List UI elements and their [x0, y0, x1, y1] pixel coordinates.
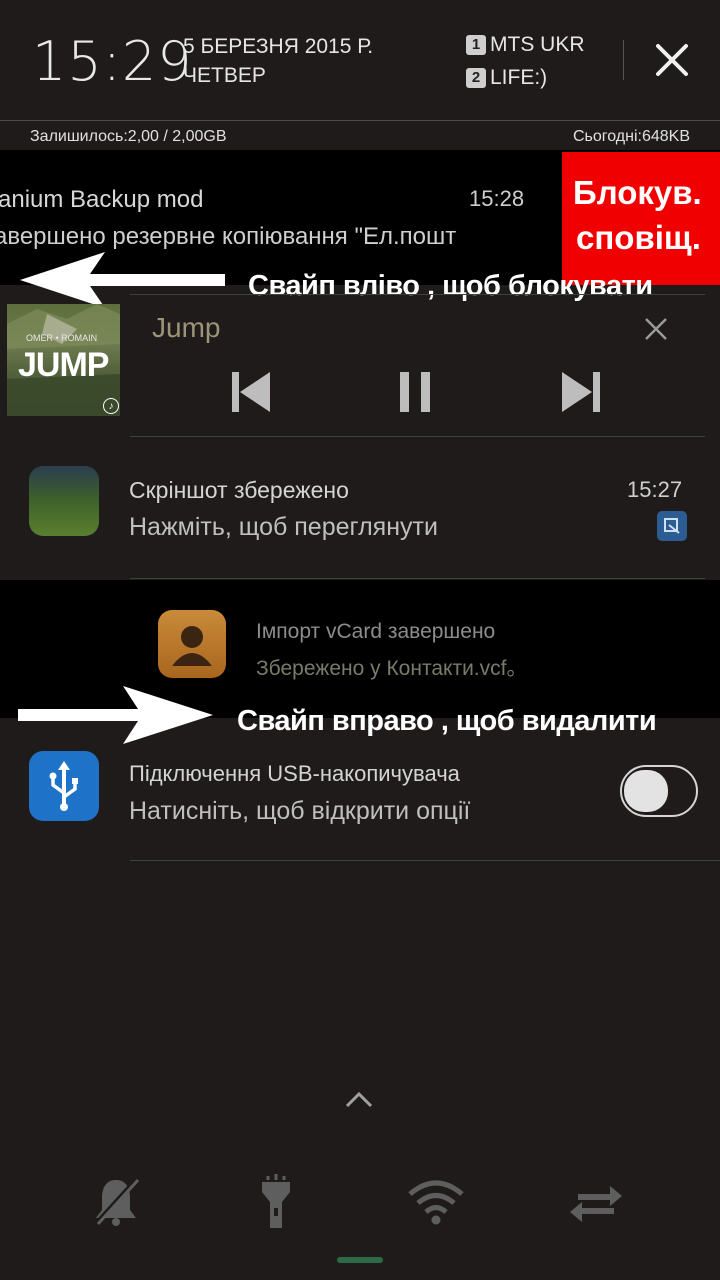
usb-title[interactable]: Підключення USB-накопичувача: [129, 761, 460, 787]
divider: [130, 578, 705, 579]
sim2-badge: 2: [466, 68, 486, 88]
contacts-icon: [158, 610, 226, 678]
sim1-badge: 1: [466, 35, 486, 55]
data-today-label: Сьогодні:648KB: [572, 128, 690, 145]
swipe-left-hint: Свайп вліво , щоб блокувати: [248, 270, 653, 302]
date-label: 5 БЕРЕЗНЯ 2015 Р.: [183, 35, 374, 58]
bell-muted-icon[interactable]: [86, 1172, 146, 1232]
divider: [130, 436, 705, 437]
usb-toggle-knob[interactable]: [624, 770, 668, 812]
wifi-icon[interactable]: [406, 1172, 466, 1232]
block-label-line1: Блокув.: [573, 174, 702, 211]
music-close-icon[interactable]: [643, 316, 669, 342]
chevron-up-icon[interactable]: [344, 1088, 374, 1110]
divider: [130, 294, 705, 295]
previous-icon[interactable]: [228, 370, 272, 414]
screenshot-thumbnail-icon: [29, 466, 99, 536]
screenshot-time: 15:27: [627, 477, 683, 502]
sim2-operator: 2 LIFE:): [466, 66, 547, 90]
swipe-right-hint: Свайп вправо , щоб видалити: [237, 705, 657, 737]
titanium-text: авершено резервне копіювання "Ел.пошт: [0, 223, 457, 250]
header-divider: [623, 40, 624, 80]
screenshot-text[interactable]: Нажміть, щоб переглянути: [129, 513, 438, 542]
arrow-right-icon: [18, 686, 213, 744]
weekday-label: ЧЕТВЕР: [183, 64, 266, 87]
sim2-name: LIFE:): [490, 66, 548, 89]
next-icon[interactable]: [560, 370, 604, 414]
titanium-time: 15:28: [469, 186, 525, 211]
screenshot-badge-icon: [657, 511, 687, 541]
data-sync-icon[interactable]: [566, 1172, 626, 1232]
arrow-left-icon: [20, 252, 225, 308]
sim1-name: MTS UKR: [490, 33, 585, 56]
data-remaining-label: Залишилось:2,00 / 2,00GB: [30, 128, 227, 145]
titanium-title: anium Backup mod: [0, 186, 204, 213]
album-artists: OMER • ROMAIN: [26, 333, 98, 343]
music-track-title: Jump: [152, 312, 221, 343]
usb-text[interactable]: Натисніть, щоб відкрити опції: [129, 797, 470, 826]
vcard-title: Імпорт vCard завершено: [256, 620, 496, 643]
drag-handle[interactable]: [337, 1257, 383, 1263]
sim1-operator: 1 MTS UKR: [466, 33, 585, 57]
album-title: JUMP: [18, 346, 109, 384]
divider: [130, 860, 720, 861]
usb-icon: [29, 751, 99, 821]
vcard-text: Збережено у Контакти.vcf。: [256, 657, 528, 680]
pause-icon[interactable]: [394, 370, 438, 414]
clock-time: 15:29: [32, 30, 193, 93]
close-icon[interactable]: [650, 38, 694, 82]
flashlight-icon[interactable]: [246, 1172, 306, 1232]
screenshot-title[interactable]: Скріншот збережено: [129, 477, 349, 504]
block-label-line2: сповіщ.: [576, 219, 701, 256]
music-note-icon: ♪: [103, 398, 119, 414]
